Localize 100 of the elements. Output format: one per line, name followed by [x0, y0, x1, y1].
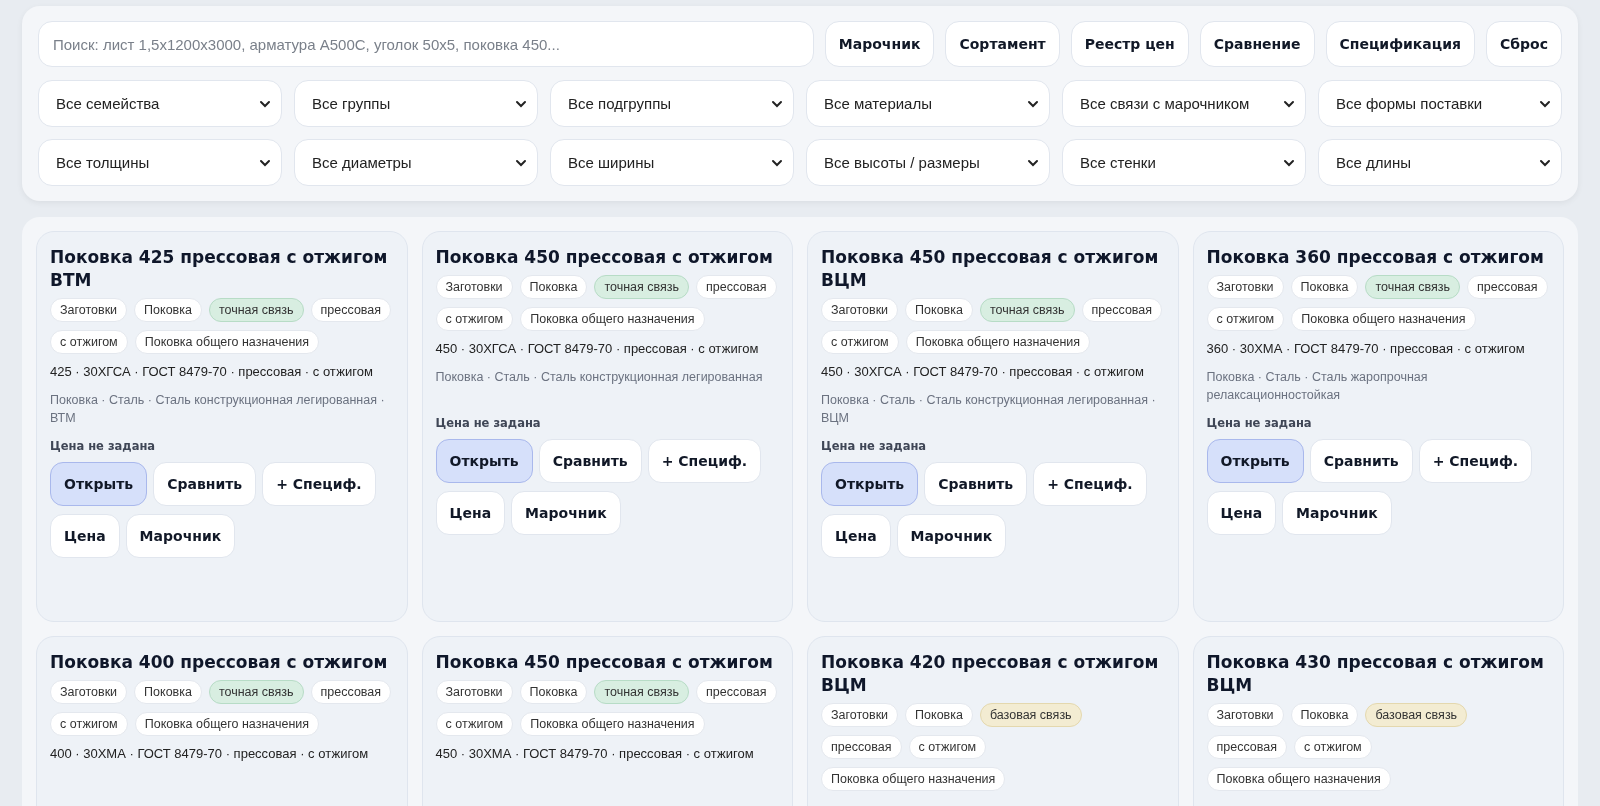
open-button[interactable]: Открыть	[50, 462, 148, 506]
category-tag: с отжигом	[908, 735, 987, 759]
category-tag: с отжигом	[435, 712, 514, 736]
toolbar-button[interactable]: Сброс	[1486, 21, 1562, 67]
spec-line: 425 · 30ХГСА · ГОСТ 8479-70 · прессовая · с отжигом	[50, 364, 374, 379]
category-tag: Поковка общего назначения	[520, 712, 705, 736]
card-action-button[interactable]: + Специф.	[647, 439, 762, 483]
category-tag: Заготовки	[821, 298, 899, 322]
category-tag: Поковка общего назначения	[1291, 307, 1476, 331]
link-status-tag: точная связь	[594, 680, 690, 704]
category-tag: прессовая	[1206, 735, 1287, 759]
filter-dropdown[interactable]: Все высоты / размеры	[806, 139, 1050, 186]
category-tag: Поковка общего назначения	[134, 712, 320, 736]
category-tag: Поковка	[134, 298, 202, 322]
open-button[interactable]: Открыть	[821, 462, 919, 506]
category-tag: с отжигом	[50, 712, 128, 736]
filter-dropdown[interactable]: Все длины	[1318, 139, 1562, 186]
category-tag: прессовая	[310, 680, 392, 704]
card-action-button[interactable]: + Специф.	[1033, 462, 1147, 506]
price-status: Цена не задана	[50, 439, 157, 453]
filter-dropdown[interactable]: Все диаметры	[294, 139, 538, 186]
card-action-button[interactable]: Цена	[821, 514, 891, 558]
category-tag: Поковка	[519, 275, 588, 299]
category-path: Поковка · Сталь · Сталь конструкционная легированная · ВЦМ	[821, 392, 1157, 427]
link-status-tag: базовая связь	[979, 703, 1082, 727]
category-tag: Поковка	[519, 680, 588, 704]
product-title: Поковка 450 прессовая с отжигом ВЦМ	[821, 246, 1160, 292]
price-status: Цена не задана	[821, 439, 928, 453]
category-tag: Заготовки	[1206, 275, 1284, 299]
toolbar-button[interactable]: Спецификация	[1325, 21, 1475, 67]
toolbar-button[interactable]: Сравнение	[1199, 21, 1315, 67]
category-tag: Поковка общего назначения	[1206, 767, 1391, 791]
card-action-button[interactable]: Сравнить	[1309, 439, 1413, 483]
spec-line: 450 · 30ХМА · ГОСТ 8479-70 · прессовая · с отжигом	[435, 746, 755, 761]
category-tag: Поковка	[1290, 275, 1359, 299]
link-status-tag: точная связь	[1365, 275, 1461, 299]
card-action-button[interactable]: Сравнить	[153, 462, 257, 506]
link-status-tag: точная связь	[208, 680, 304, 704]
filter-dropdown[interactable]: Все ширины	[550, 139, 794, 186]
card-action-button[interactable]: + Специф.	[1418, 439, 1533, 483]
link-status-tag: точная связь	[594, 275, 690, 299]
card-action-button[interactable]: Марочник	[511, 491, 621, 535]
filter-dropdown[interactable]: Все формы поставки	[1318, 80, 1562, 127]
category-tag: Заготовки	[50, 298, 128, 322]
search-field[interactable]: Поиск: лист 1,5x1200x3000, арматура А500С, уголок 50x5, поковка 450...	[38, 21, 814, 67]
toolbar-button[interactable]: Марочник	[824, 21, 935, 67]
filter-dropdown[interactable]: Все подгруппы	[550, 80, 794, 127]
filter-dropdown[interactable]: Все толщины	[38, 139, 282, 186]
category-tag: Заготовки	[435, 680, 513, 704]
product-title: Поковка 450 прессовая с отжигом	[435, 651, 774, 674]
open-button[interactable]: Открыть	[435, 439, 533, 483]
product-title: Поковка 420 прессовая с отжигом ВЦМ	[821, 651, 1160, 697]
category-tag: Поковка общего назначения	[520, 307, 705, 331]
category-tag: прессовая	[1081, 298, 1163, 322]
category-tag: прессовая	[1467, 275, 1548, 299]
category-tag: прессовая	[696, 680, 777, 704]
category-tag: прессовая	[696, 275, 777, 299]
card-action-button[interactable]: Сравнить	[538, 439, 642, 483]
card-action-button[interactable]: + Специф.	[262, 462, 376, 506]
card-action-button[interactable]: Сравнить	[924, 462, 1028, 506]
category-tag: Поковка общего назначения	[821, 767, 1006, 791]
filter-dropdown[interactable]: Все связи с марочником	[1062, 80, 1306, 127]
product-title: Поковка 430 прессовая с отжигом ВЦМ	[1206, 651, 1545, 697]
spec-line: 400 · 30ХМА · ГОСТ 8479-70 · прессовая · с отжигом	[50, 746, 370, 761]
card-action-button[interactable]: Марочник	[896, 514, 1007, 558]
category-tag: с отжигом	[1206, 307, 1285, 331]
category-tag: с отжигом	[50, 330, 128, 354]
toolbar-button[interactable]: Реестр цен	[1070, 21, 1189, 67]
link-status-tag: базовая связь	[1365, 703, 1468, 727]
card-action-button[interactable]: Марочник	[125, 514, 236, 558]
category-tag: Заготовки	[821, 703, 899, 727]
category-tag: Заготовки	[1206, 703, 1284, 727]
product-title: Поковка 425 прессовая с отжигом ВТМ	[50, 246, 389, 292]
card-action-button[interactable]: Цена	[435, 491, 506, 535]
category-tag: Заготовки	[435, 275, 513, 299]
product-title: Поковка 360 прессовая с отжигом	[1206, 246, 1545, 269]
toolbar-button[interactable]: Сортамент	[945, 21, 1060, 67]
filter-dropdown[interactable]: Все группы	[294, 80, 538, 127]
open-button[interactable]: Открыть	[1206, 439, 1304, 483]
category-tag: с отжигом	[821, 330, 899, 354]
card-action-button[interactable]: Марочник	[1282, 491, 1392, 535]
category-tag: Поковка	[1290, 703, 1359, 727]
link-status-tag: точная связь	[208, 298, 304, 322]
category-tag: с отжигом	[1294, 735, 1372, 759]
category-tag: прессовая	[821, 735, 902, 759]
category-path: Поковка · Сталь · Сталь конструкционная легированная · ВТМ	[50, 392, 386, 427]
filter-dropdown[interactable]: Все семейства	[38, 80, 282, 127]
product-title: Поковка 450 прессовая с отжигом	[435, 246, 774, 269]
card-action-button[interactable]: Цена	[1206, 491, 1277, 535]
price-status: Цена не задана	[1206, 416, 1313, 430]
spec-line: 450 · 30ХГСА · ГОСТ 8479-70 · прессовая · с отжигом	[821, 364, 1145, 379]
price-status: Цена не задана	[435, 416, 542, 430]
category-tag: Поковка	[905, 703, 973, 727]
category-tag: Поковка	[134, 680, 202, 704]
category-path: Поковка · Сталь · Сталь жаропрочная релаксационностойкая	[1206, 369, 1429, 404]
category-tag: с отжигом	[435, 307, 514, 331]
link-status-tag: точная связь	[979, 298, 1075, 322]
filter-dropdown[interactable]: Все стенки	[1062, 139, 1306, 186]
card-action-button[interactable]: Цена	[50, 514, 120, 558]
filter-dropdown[interactable]: Все материалы	[806, 80, 1050, 127]
